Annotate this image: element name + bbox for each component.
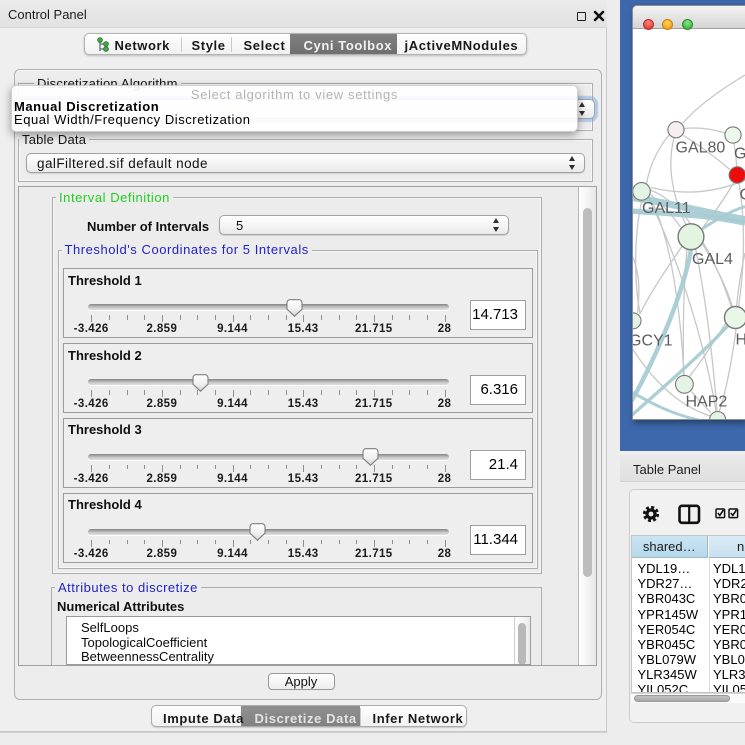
svg-text:H: H (736, 332, 745, 349)
svg-text:HAP2: HAP2 (686, 394, 728, 411)
svg-text:GCY1: GCY1 (633, 333, 673, 350)
svg-text:GAL11: GAL11 (642, 200, 691, 217)
svg-text:GAL80: GAL80 (676, 140, 726, 157)
svg-text:GAL4: GAL4 (692, 251, 733, 268)
svg-text:GA: GA (734, 146, 745, 163)
svg-text:C: C (740, 187, 745, 204)
